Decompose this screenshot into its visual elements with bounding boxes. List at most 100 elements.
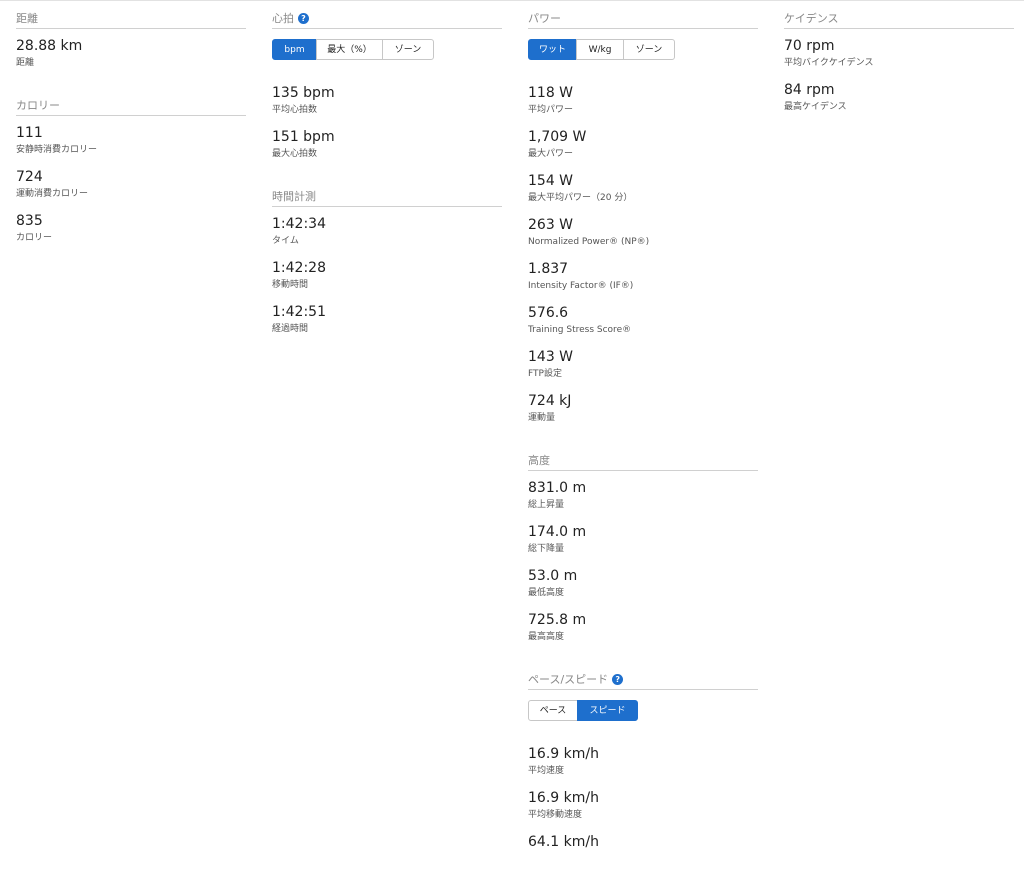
stat-label: 距離 <box>16 58 35 68</box>
calories-section-title: カロリー <box>16 98 246 116</box>
stat-label: 最高高度 <box>528 632 565 642</box>
stat-work: 724 kJ 運動量 <box>528 392 758 436</box>
stat-avg-power: 118 W 平均パワー <box>528 84 758 128</box>
pace-speed-section: ペース/スピード ? ペース スピード 16.9 km/h 平均速度 16.9 … <box>528 672 758 877</box>
stat-label: 総上昇量 <box>528 500 565 510</box>
stat-avg-hr: 135 bpm 平均心拍数 <box>272 84 502 128</box>
stat-max-speed: 64.1 km/h <box>528 833 758 877</box>
stat-label: 最大パワー <box>528 149 574 159</box>
stat-label: 運動量 <box>528 413 556 423</box>
column-3: パワー ワット W/kg ゾーン 118 W 平均パワー 1,709 W 最大パ… <box>528 1 758 877</box>
stat-label: 総下降量 <box>528 544 565 554</box>
calories-section: カロリー 111 安静時消費カロリー 724 運動消費カロリー 835 カロリー <box>16 98 246 256</box>
max-percent-button[interactable]: 最大（%） <box>316 39 383 60</box>
stat-label: カロリー <box>16 233 53 243</box>
stat-tss: 576.6 Training Stress Score® <box>528 304 758 348</box>
question-circle-icon[interactable]: ? <box>612 673 624 685</box>
w-per-kg-button[interactable]: W/kg <box>576 39 624 60</box>
stat-label: 平均移動速度 <box>528 810 583 820</box>
timing-section: 時間計測 1:42:34 タイム 1:42:28 移動時間 1:42:51 経過… <box>272 189 502 347</box>
stat-total-ascent: 831.0 m 総上昇量 <box>528 479 758 523</box>
stat-label: FTP設定 <box>528 369 562 379</box>
column-2: 心拍 ? bpm 最大（%） ゾーン 135 bpm 平均心拍数 151 bpm… <box>272 1 502 347</box>
timing-section-title: 時間計測 <box>272 189 502 207</box>
stat-normalized-power: 263 W Normalized Power® (NP®) <box>528 216 758 260</box>
stat-min-elevation: 53.0 m 最低高度 <box>528 567 758 611</box>
stat-avg-cadence: 70 rpm 平均バイクケイデンス <box>784 37 1014 81</box>
stat-max-hr: 151 bpm 最大心拍数 <box>272 128 502 172</box>
stat-avg-speed: 16.9 km/h 平均速度 <box>528 745 758 789</box>
stat-value: 16.9 km/h <box>528 790 599 806</box>
cadence-section-title: ケイデンス <box>784 11 1014 29</box>
distance-section: 距離 28.88 km 距離 <box>16 1 246 81</box>
cadence-section: ケイデンス 70 rpm 平均バイクケイデンス 84 rpm 最高ケイデンス <box>784 1 1014 125</box>
power-section-title: パワー <box>528 11 758 29</box>
heart-rate-title-text: 心拍 <box>272 12 294 25</box>
stat-distance: 28.88 km 距離 <box>16 37 246 81</box>
stat-label: Intensity Factor® (IF®) <box>528 281 634 291</box>
power-unit-toggle: ワット W/kg ゾーン <box>528 39 675 60</box>
stat-value: 1:42:28 <box>272 260 326 276</box>
stat-value: 135 bpm <box>272 85 335 101</box>
stat-label: 平均心拍数 <box>272 105 318 115</box>
question-circle-icon[interactable]: ? <box>298 12 309 24</box>
stat-total-descent: 174.0 m 総下降量 <box>528 523 758 567</box>
stat-label: 最高ケイデンス <box>784 102 847 112</box>
stat-max-avg-power-20min: 154 W 最大平均パワー（20 分） <box>528 172 758 216</box>
heart-rate-section-title: 心拍 ? <box>272 11 502 29</box>
stat-ftp: 143 W FTP設定 <box>528 348 758 392</box>
stat-value: 576.6 <box>528 305 569 321</box>
stat-value: 1,709 W <box>528 129 587 145</box>
stat-max-elevation: 725.8 m 最高高度 <box>528 611 758 655</box>
elevation-section-title: 高度 <box>528 453 758 471</box>
speed-button[interactable]: スピード <box>577 700 638 721</box>
stat-value: 64.1 km/h <box>528 834 599 850</box>
stat-value: 1:42:34 <box>272 216 326 232</box>
bpm-button[interactable]: bpm <box>272 39 317 60</box>
stat-value: 16.9 km/h <box>528 746 599 762</box>
stat-value: 111 <box>16 125 43 141</box>
stat-value: 143 W <box>528 349 574 365</box>
pace-speed-section-title: ペース/スピード ? <box>528 672 758 690</box>
stat-value: 154 W <box>528 173 574 189</box>
heart-rate-section: 心拍 ? bpm 最大（%） ゾーン 135 bpm 平均心拍数 151 bpm… <box>272 1 502 172</box>
stat-label: Normalized Power® (NP®) <box>528 237 650 247</box>
stat-label: 平均速度 <box>528 766 565 776</box>
stat-value: 151 bpm <box>272 129 335 145</box>
stat-label: 安静時消費カロリー <box>16 145 98 155</box>
stat-value: 263 W <box>528 217 574 233</box>
pace-speed-toggle: ペース スピード <box>528 700 638 721</box>
stat-label: 運動消費カロリー <box>16 189 89 199</box>
stat-resting-calories: 111 安静時消費カロリー <box>16 124 246 168</box>
stat-label: 平均パワー <box>528 105 574 115</box>
stat-max-cadence: 84 rpm 最高ケイデンス <box>784 81 1014 125</box>
stat-value: 724 kJ <box>528 393 572 409</box>
stat-moving-time: 1:42:28 移動時間 <box>272 259 502 303</box>
stat-total-calories: 835 カロリー <box>16 212 246 256</box>
power-section: パワー ワット W/kg ゾーン 118 W 平均パワー 1,709 W 最大パ… <box>528 1 758 436</box>
stat-label: タイム <box>272 236 299 246</box>
stat-value: 70 rpm <box>784 38 835 54</box>
stat-value: 724 <box>16 169 43 185</box>
stat-intensity-factor: 1.837 Intensity Factor® (IF®) <box>528 260 758 304</box>
hr-zone-button[interactable]: ゾーン <box>382 39 434 60</box>
stat-elapsed-time: 1:42:51 経過時間 <box>272 303 502 347</box>
stat-value: 53.0 m <box>528 568 578 584</box>
stat-label: Training Stress Score® <box>528 325 632 335</box>
pace-speed-title-text: ペース/スピード <box>528 673 609 686</box>
heart-rate-unit-toggle: bpm 最大（%） ゾーン <box>272 39 434 60</box>
pace-button[interactable]: ペース <box>528 700 578 721</box>
distance-section-title: 距離 <box>16 11 246 29</box>
stat-label: 平均バイクケイデンス <box>784 58 874 68</box>
watt-button[interactable]: ワット <box>528 39 577 60</box>
stat-time: 1:42:34 タイム <box>272 215 502 259</box>
power-zone-button[interactable]: ゾーン <box>623 39 675 60</box>
stat-value: 28.88 km <box>16 38 83 54</box>
stat-value: 84 rpm <box>784 82 835 98</box>
stat-label: 移動時間 <box>272 280 309 290</box>
column-4: ケイデンス 70 rpm 平均バイクケイデンス 84 rpm 最高ケイデンス <box>784 1 1014 125</box>
stat-value: 118 W <box>528 85 574 101</box>
stat-label: 経過時間 <box>272 324 309 334</box>
stat-label: 最低高度 <box>528 588 565 598</box>
stat-max-power: 1,709 W 最大パワー <box>528 128 758 172</box>
